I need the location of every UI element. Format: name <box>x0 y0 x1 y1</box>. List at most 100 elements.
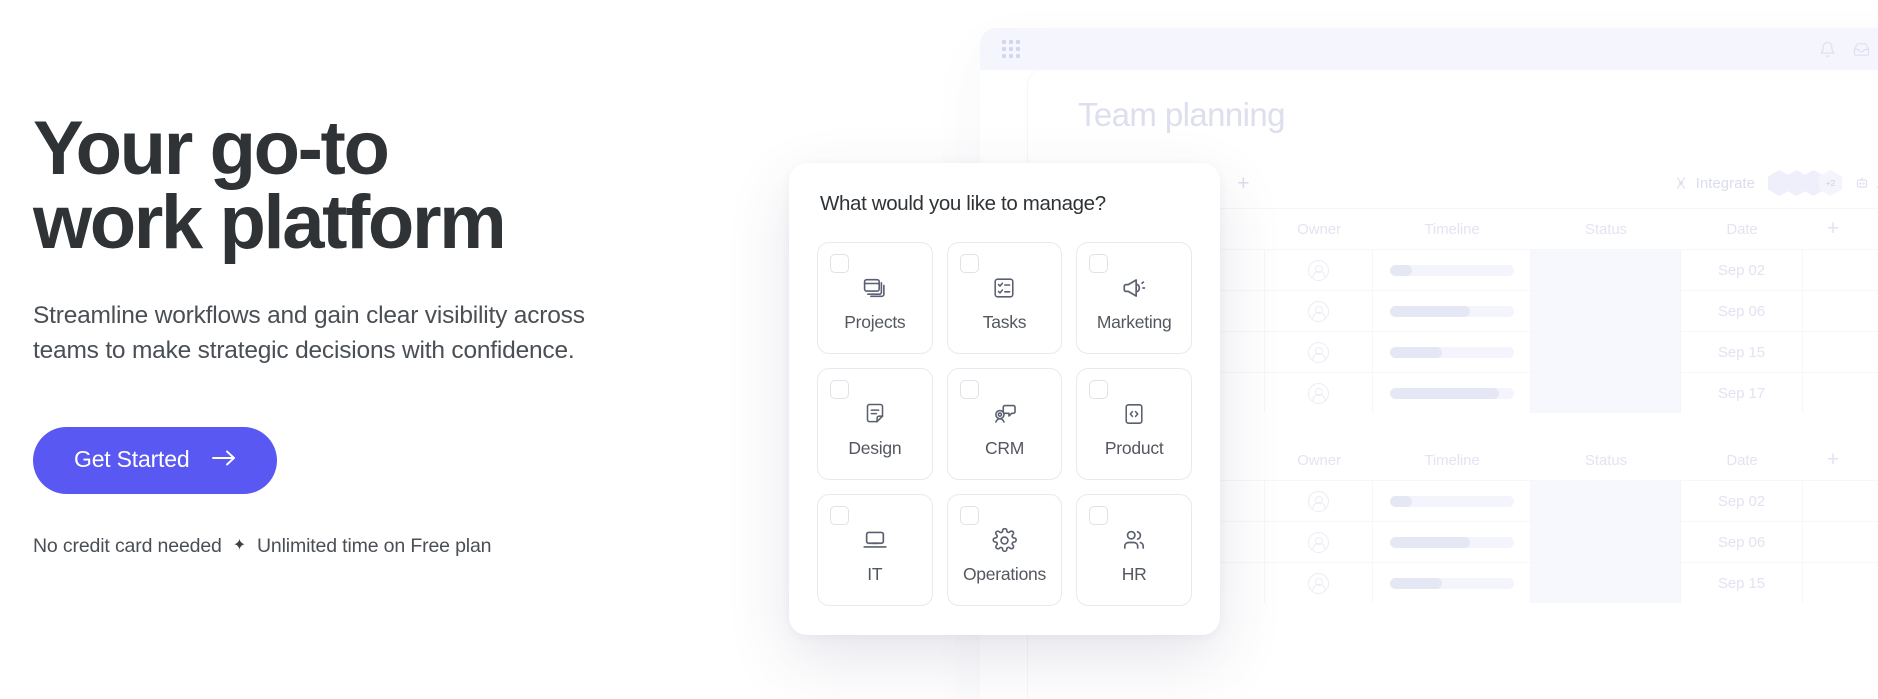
integrate-button[interactable]: Integrate <box>1674 175 1755 192</box>
row-timeline[interactable] <box>1373 563 1531 603</box>
arrow-right-icon <box>211 449 237 469</box>
checkbox-it[interactable] <box>830 506 849 525</box>
note-page-icon <box>863 399 887 429</box>
cta-note-right: Unlimited time on Free plan <box>256 534 492 557</box>
column-header: Owner <box>1297 451 1341 469</box>
row-date[interactable]: Sep 17 <box>1681 373 1803 413</box>
manage-option-hr[interactable]: HR <box>1076 494 1192 606</box>
row-timeline[interactable] <box>1373 522 1531 562</box>
add-column-button[interactable]: + <box>1803 448 1863 472</box>
checkbox-product[interactable] <box>1089 380 1109 399</box>
column-header: Timeline <box>1424 451 1480 469</box>
row-timeline[interactable] <box>1373 291 1531 331</box>
row-status[interactable] <box>1531 563 1681 603</box>
checkbox-crm[interactable] <box>959 380 979 399</box>
gear-icon <box>992 525 1017 555</box>
row-status[interactable] <box>1531 373 1681 413</box>
column-header: Date <box>1726 220 1758 238</box>
manage-option-label: Design <box>848 438 902 458</box>
add-view-button[interactable]: + <box>1237 173 1249 194</box>
row-status[interactable] <box>1531 291 1681 331</box>
app-topbar <box>980 28 1878 70</box>
code-file-icon <box>1122 399 1146 429</box>
add-column-button[interactable]: + <box>1803 217 1863 241</box>
timeline-bar-fill <box>1389 577 1442 589</box>
row-owner[interactable] <box>1265 522 1373 562</box>
timeline-bar <box>1389 387 1514 399</box>
row-date[interactable]: Sep 02 <box>1681 481 1803 521</box>
row-timeline[interactable] <box>1373 373 1531 413</box>
row-status[interactable] <box>1531 250 1681 290</box>
manage-option-label: Operations <box>962 564 1047 584</box>
timeline-bar-fill <box>1389 495 1412 507</box>
timeline-bar-fill <box>1389 536 1471 548</box>
row-owner[interactable] <box>1265 332 1373 372</box>
integrate-icon <box>1676 177 1685 189</box>
contact-chat-icon <box>992 399 1017 429</box>
manage-option-product[interactable]: Product <box>1076 368 1192 480</box>
row-owner[interactable] <box>1265 291 1373 331</box>
checkbox-hr[interactable] <box>1089 506 1109 525</box>
timeline-bar <box>1389 264 1514 276</box>
avatar <box>1308 341 1329 363</box>
topbar-actions <box>1819 36 1878 63</box>
integration-avatars[interactable]: +2 <box>1767 170 1842 196</box>
row-date[interactable]: Sep 15 <box>1681 332 1803 372</box>
checkbox-design[interactable] <box>830 380 849 399</box>
row-owner[interactable] <box>1265 481 1373 521</box>
checkbox-tasks[interactable] <box>959 254 979 273</box>
bell-icon[interactable] <box>1819 41 1836 58</box>
row-status[interactable] <box>1531 522 1681 562</box>
manage-selection-modal: What would you like to manage? Projects T… <box>789 163 1220 635</box>
timeline-bar <box>1389 536 1514 548</box>
row-date[interactable]: Sep 02 <box>1681 250 1803 290</box>
row-date[interactable]: Sep 06 <box>1681 291 1803 331</box>
avatar <box>1308 531 1329 553</box>
manage-option-label: Product <box>1104 438 1164 458</box>
checkbox-operations[interactable] <box>959 506 979 525</box>
board-header: Team planning ••• <box>1028 70 1878 134</box>
laptop-icon <box>862 525 888 555</box>
row-owner[interactable] <box>1265 373 1373 413</box>
integrate-label: Integrate <box>1695 174 1755 192</box>
manage-option-design[interactable]: Design <box>817 368 933 480</box>
manage-option-operations[interactable]: Operations <box>946 494 1063 606</box>
hero-title: Your go-to work platform <box>33 106 507 266</box>
checkbox-projects[interactable] <box>830 254 849 273</box>
row-status[interactable] <box>1531 481 1681 521</box>
manage-option-crm[interactable]: CRM <box>946 368 1063 480</box>
timeline-bar <box>1389 495 1514 507</box>
automate-button[interactable]: Automate / 2 <box>1855 175 1878 192</box>
row-status[interactable] <box>1531 332 1681 372</box>
row-owner[interactable] <box>1265 250 1373 290</box>
robot-icon <box>1856 177 1868 188</box>
row-timeline[interactable] <box>1373 481 1531 521</box>
integration-overflow-badge: +2 <box>1818 170 1842 196</box>
checkbox-marketing[interactable] <box>1089 254 1109 273</box>
manage-option-tasks[interactable]: Tasks <box>946 242 1063 354</box>
row-timeline[interactable] <box>1373 250 1531 290</box>
page-root: Team planning ••• tt Kanban + Integrate <box>0 0 1878 699</box>
row-date[interactable]: Sep 06 <box>1681 522 1803 562</box>
timeline-bar-fill <box>1389 387 1499 399</box>
row-timeline[interactable] <box>1373 332 1531 372</box>
megaphone-icon <box>1121 273 1147 303</box>
manage-option-it[interactable]: IT <box>817 494 933 606</box>
board-actions: Integrate +2 Automate / 2 <box>1674 170 1878 196</box>
inbox-icon[interactable] <box>1853 41 1870 58</box>
row-date[interactable]: Sep 15 <box>1681 563 1803 603</box>
column-header: Timeline <box>1424 220 1480 238</box>
manage-option-projects[interactable]: Projects <box>817 242 933 354</box>
get-started-button[interactable]: Get Started <box>33 426 278 494</box>
avatar <box>1308 259 1329 281</box>
manage-option-marketing[interactable]: Marketing <box>1076 242 1192 354</box>
column-header: Owner <box>1297 220 1341 238</box>
manage-option-label: HR <box>1121 564 1147 584</box>
avatar <box>1308 490 1329 512</box>
grid-dots-icon[interactable] <box>1002 40 1020 58</box>
row-extra-cell <box>1803 522 1863 562</box>
timeline-bar-fill <box>1389 346 1442 358</box>
cta-note-left: No credit card needed <box>33 534 222 557</box>
manage-option-label: Tasks <box>982 312 1027 332</box>
row-owner[interactable] <box>1265 563 1373 603</box>
